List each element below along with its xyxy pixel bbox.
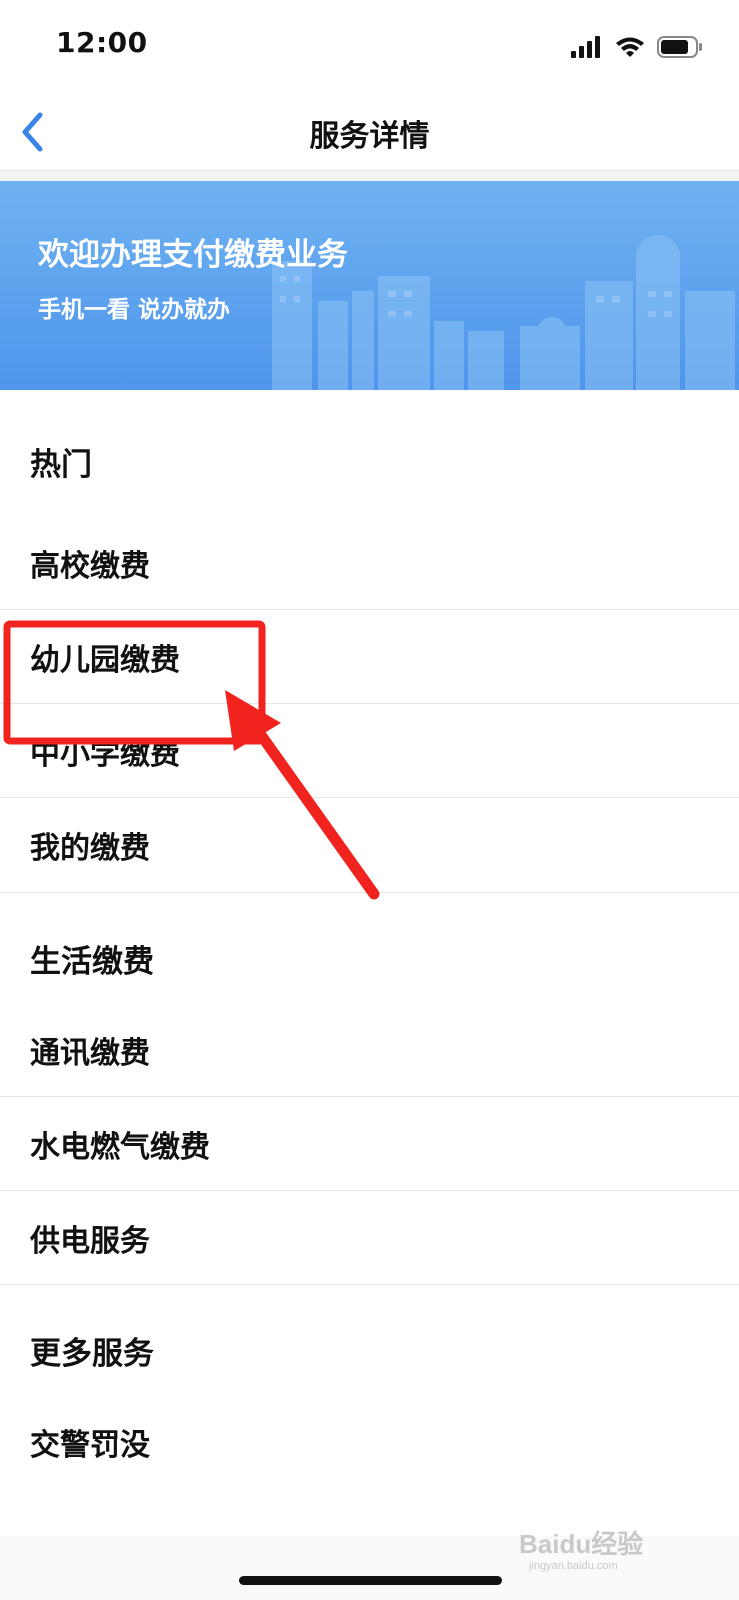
list-item-traffic-fines[interactable]: 交警罚没 <box>0 1395 739 1489</box>
home-indicator[interactable] <box>239 1576 502 1585</box>
list-item-kindergarten-fee[interactable]: 幼儿园缴费 <box>0 610 739 704</box>
status-time: 12:00 <box>56 26 148 59</box>
signal-icon <box>571 36 600 58</box>
banner-subtitle: 手机一看 说办就办 <box>38 297 231 323</box>
list-item-utilities-fee[interactable]: 水电燃气缴费 <box>0 1097 739 1191</box>
list-item-university-fee[interactable]: 高校缴费 <box>0 516 739 610</box>
watermark-url: jingyan.baidu.com <box>528 1560 618 1572</box>
status-icons <box>571 32 703 62</box>
page-title: 服务详情 <box>309 119 430 154</box>
list-item-telecom-fee[interactable]: 通讯缴费 <box>0 1003 739 1097</box>
welcome-banner: 欢迎办理支付缴费业务 手机一看 说办就办 <box>0 181 739 390</box>
group-title-living: 生活缴费 <box>30 944 154 980</box>
group-title-more: 更多服务 <box>30 1336 154 1372</box>
battery-icon <box>657 36 702 58</box>
baidu-jingyan-watermark: Baidu经验 jingyan.baidu.com <box>519 1529 643 1572</box>
navigation-bar: 服务详情 <box>0 95 739 171</box>
wifi-icon <box>616 37 644 57</box>
city-skyline-illustration <box>272 235 735 390</box>
status-bar: 12:00 <box>0 0 739 95</box>
divider-strip <box>0 171 739 181</box>
banner-title: 欢迎办理支付缴费业务 <box>38 237 348 273</box>
list-item-power-service[interactable]: 供电服务 <box>0 1191 739 1285</box>
list-item-school-fee[interactable]: 中小学缴费 <box>0 704 739 798</box>
service-list: 热门 高校缴费 幼儿园缴费 中小学缴费 我的缴费 生活缴费 通讯缴费 水电燃气缴… <box>0 390 739 1489</box>
list-item-my-fees[interactable]: 我的缴费 <box>0 798 739 892</box>
watermark-brand: Baidu经验 <box>519 1529 643 1559</box>
group-title-hot: 热门 <box>30 447 92 483</box>
